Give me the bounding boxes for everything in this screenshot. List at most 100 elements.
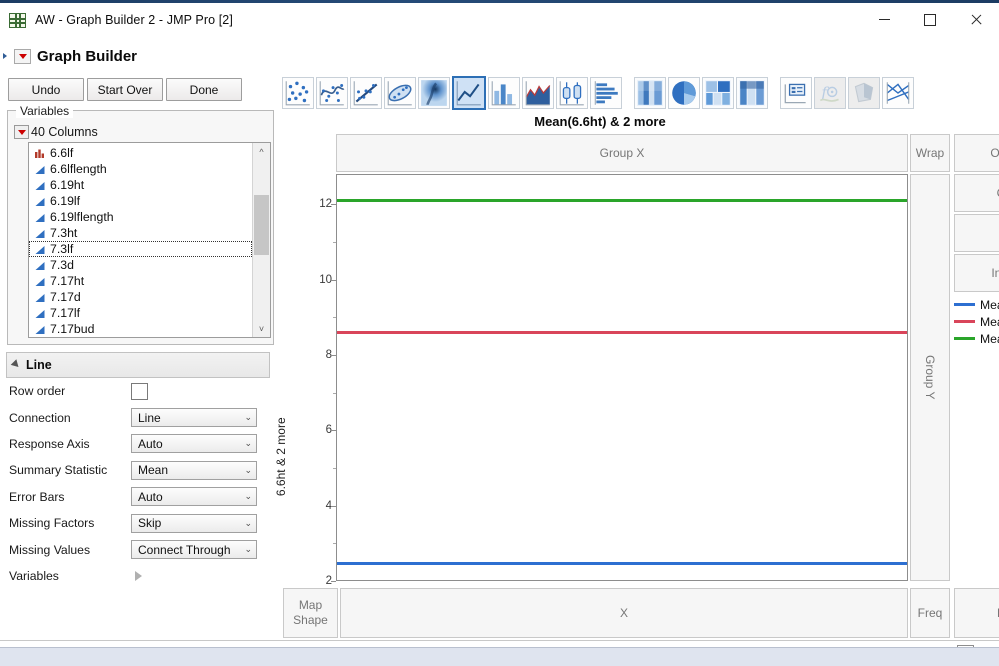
graph-builder-header: Graph Builder: [0, 40, 999, 72]
variable-item[interactable]: 7.17d: [29, 289, 252, 305]
combobox-value: Auto: [138, 489, 163, 504]
window-controls: [861, 0, 999, 39]
variable-name: 6.19lflength: [50, 210, 114, 224]
variable-item[interactable]: 7.3lf: [29, 241, 252, 257]
variable-item[interactable]: 7.3d: [29, 257, 252, 273]
property-combobox[interactable]: Skip ⌄: [131, 513, 257, 533]
minimize-button[interactable]: [861, 0, 907, 39]
legend-item[interactable]: Mean(7.3ht): [954, 330, 999, 347]
dropzone-size[interactable]: Size: [954, 214, 999, 252]
variable-item[interactable]: 7.17ht: [29, 273, 252, 289]
jmp-table-icon: [9, 13, 26, 28]
series-line[interactable]: [337, 562, 907, 566]
dropzone-map-shape[interactable]: Map Shape: [283, 588, 338, 638]
variable-item[interactable]: 6.19ht: [29, 177, 252, 193]
variable-item[interactable]: 7.17lf: [29, 305, 252, 321]
points-icon[interactable]: [282, 77, 314, 109]
close-button[interactable]: [953, 0, 999, 39]
variable-item[interactable]: 6.6lf: [29, 145, 252, 161]
undo-button[interactable]: Undo: [8, 78, 84, 101]
dropzone-group-y[interactable]: Group Y: [910, 174, 950, 581]
property-row: Row order: [6, 378, 268, 404]
property-row: Summary Statistic Mean ⌄: [6, 457, 268, 483]
legend-item[interactable]: Mean(6.6ht): [954, 296, 999, 313]
property-label: Missing Values: [9, 542, 91, 557]
formula-icon[interactable]: f: [814, 77, 846, 109]
line-disclosure-icon[interactable]: [12, 360, 22, 370]
scrollbar-thumb[interactable]: [254, 195, 269, 255]
continuous-column-icon: [34, 260, 46, 271]
ellipse-icon[interactable]: [384, 77, 416, 109]
map-shapes-icon[interactable]: [848, 77, 880, 109]
columns-header[interactable]: 40 Columns: [14, 125, 98, 139]
done-button[interactable]: Done: [166, 78, 242, 101]
dropzone-color[interactable]: Color: [954, 174, 999, 212]
series-line[interactable]: [337, 199, 907, 203]
parallel-plot-icon[interactable]: [882, 77, 914, 109]
variable-item[interactable]: 6.19lflength: [29, 209, 252, 225]
property-combobox[interactable]: Auto ⌄: [131, 487, 257, 507]
line-of-fit-icon[interactable]: [350, 77, 382, 109]
red-triangle-menu-icon[interactable]: [14, 48, 31, 64]
dropzone-interval[interactable]: Interval: [954, 254, 999, 292]
expander-triangle-icon[interactable]: [135, 570, 142, 581]
property-combobox[interactable]: Mean ⌄: [131, 460, 257, 480]
variables-scrollbar[interactable]: ^ ˅: [252, 143, 270, 337]
dropzone-group-x[interactable]: Group X: [336, 134, 908, 172]
start-over-button[interactable]: Start Over: [87, 78, 163, 101]
dropzone-overlay[interactable]: Overlay: [954, 134, 999, 172]
outline-disclosure-icon[interactable]: [2, 51, 11, 62]
histogram-icon[interactable]: [590, 77, 622, 109]
bar-chart-icon[interactable]: [488, 77, 520, 109]
mosaic-icon[interactable]: [736, 77, 768, 109]
caption-box-icon[interactable]: [780, 77, 812, 109]
continuous-column-icon: [34, 324, 46, 335]
combobox-value: Skip: [138, 516, 162, 531]
dropzone-wrap-label: Wrap: [915, 146, 945, 160]
property-label: Summary Statistic: [9, 463, 108, 478]
variable-item[interactable]: 7.17bud: [29, 321, 252, 337]
plot-canvas[interactable]: [336, 174, 908, 581]
area-chart-icon[interactable]: [522, 77, 554, 109]
line-chart-icon[interactable]: [452, 76, 486, 110]
continuous-column-icon: [34, 212, 46, 223]
chevron-down-icon: ⌄: [244, 544, 252, 555]
maximize-button[interactable]: [907, 0, 953, 39]
dropzone-freq[interactable]: Freq: [910, 588, 950, 638]
window-title: AW - Graph Builder 2 - JMP Pro [2]: [35, 13, 233, 27]
treemap-icon[interactable]: [702, 77, 734, 109]
heatmap-icon[interactable]: [634, 77, 666, 109]
contour-icon[interactable]: [418, 77, 450, 109]
variables-list[interactable]: 6.6lf 6.6lflength 6.19ht 6.19lf 6.19lflength…: [28, 142, 271, 338]
variable-item[interactable]: 6.19lf: [29, 193, 252, 209]
variable-name: 6.6lf: [50, 146, 74, 160]
box-plot-icon[interactable]: [556, 77, 588, 109]
dropzone-page[interactable]: Page: [954, 588, 999, 638]
scroll-down-icon[interactable]: ˅: [253, 320, 270, 337]
line-properties-header[interactable]: Line: [6, 352, 270, 378]
series-line[interactable]: [337, 331, 907, 335]
combobox-value: Auto: [138, 436, 163, 451]
variable-name: 7.17bud: [50, 322, 95, 336]
property-label: Missing Factors: [9, 516, 95, 531]
row-order-checkbox[interactable]: [131, 382, 148, 400]
property-combobox[interactable]: Auto ⌄: [131, 434, 257, 454]
dropzone-group-y-label: Group Y: [923, 355, 937, 400]
property-combobox[interactable]: Connect Through ⌄: [131, 540, 257, 560]
variable-item[interactable]: 6.6lflength: [29, 161, 252, 177]
smoother-icon[interactable]: [316, 77, 348, 109]
chart-title: Mean(6.6ht) & 2 more: [534, 114, 666, 129]
dropzone-freq-label: Freq: [917, 606, 943, 620]
dropzone-wrap[interactable]: Wrap: [910, 134, 950, 172]
dropzone-x[interactable]: X: [340, 588, 908, 638]
continuous-column-icon: [34, 196, 46, 207]
property-combobox[interactable]: Line ⌄: [131, 408, 257, 428]
scroll-up-icon[interactable]: ^: [253, 143, 270, 160]
variable-item[interactable]: 7.3ht: [29, 225, 252, 241]
property-label: Row order: [9, 384, 66, 399]
chevron-down-icon: ⌄: [244, 412, 252, 423]
legend-item[interactable]: Mean(6.19ht): [954, 313, 999, 330]
property-row: Variables: [6, 563, 268, 589]
pie-chart-icon[interactable]: [668, 77, 700, 109]
columns-red-triangle-icon[interactable]: [14, 125, 29, 139]
